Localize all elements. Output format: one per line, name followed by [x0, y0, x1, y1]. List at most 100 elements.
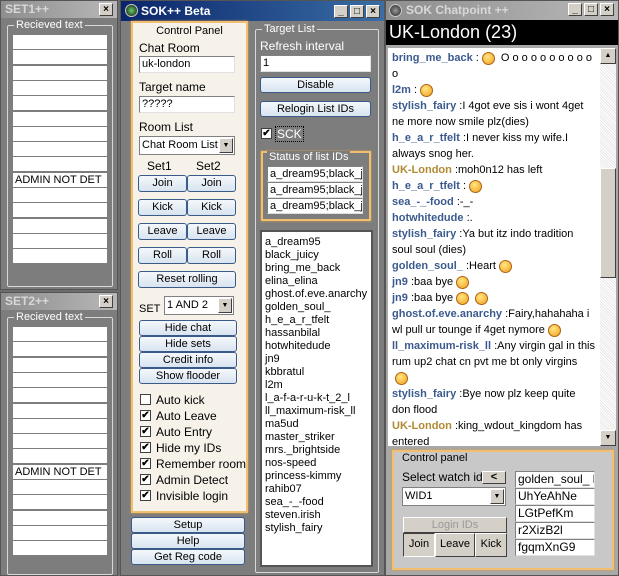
user-list-item[interactable]: ma5ud: [265, 418, 368, 431]
chat-username[interactable]: hotwhitedude: [392, 212, 464, 224]
set1-roll-button[interactable]: Roll: [138, 247, 187, 264]
minimize-button[interactable]: _: [334, 5, 348, 18]
user-list-item[interactable]: l2m: [265, 379, 368, 392]
chat-username[interactable]: stylish_fairy: [392, 228, 456, 240]
set1-leave-button[interactable]: Leave: [138, 223, 187, 240]
option-checkbox[interactable]: ✔: [140, 442, 151, 453]
close-button[interactable]: ×: [366, 5, 380, 18]
set2-leave-button[interactable]: Leave: [187, 223, 236, 240]
room-list-select[interactable]: Chat Room List ▼: [139, 136, 235, 155]
chevron-down-icon[interactable]: ▼: [218, 298, 232, 313]
user-list-item[interactable]: h_e_a_r_tfelt: [265, 314, 368, 327]
kick-button[interactable]: Kick: [475, 533, 507, 557]
leave-button[interactable]: Leave: [435, 533, 475, 557]
user-list-item[interactable]: l_a-f-a-r-u-k-t_2_l: [265, 392, 368, 405]
watch-id-field[interactable]: golden_soul_ h: [515, 471, 595, 488]
chat-username[interactable]: UK-London: [392, 420, 452, 432]
target-user-list[interactable]: a_dream95 black_juicy bring_me_back elina_e…: [260, 230, 373, 567]
help-button[interactable]: Help: [131, 533, 245, 549]
status-field[interactable]: a_dream95;black_j: [267, 166, 363, 182]
refresh-interval-input[interactable]: 1: [260, 55, 371, 72]
user-list-item[interactable]: elina_elina: [265, 275, 368, 288]
chat-username[interactable]: l2m: [392, 84, 411, 96]
target-name-input[interactable]: ?????: [139, 96, 235, 113]
sck-checkbox[interactable]: ✔: [261, 128, 272, 139]
watch-id-select[interactable]: WID1 ▼: [402, 487, 506, 506]
user-list-item[interactable]: kbbratul: [265, 366, 368, 379]
user-list-item[interactable]: ll_maximum-risk_ll: [265, 405, 368, 418]
chat-username[interactable]: stylish_fairy: [392, 388, 456, 400]
user-list-item[interactable]: mrs._brightside: [265, 444, 368, 457]
minimize-button[interactable]: _: [568, 3, 582, 16]
chat-scrollbar[interactable]: ▲ ▼: [600, 48, 616, 446]
chevron-down-icon[interactable]: ▼: [490, 489, 504, 504]
user-list-item[interactable]: ghost.of.eve.anarchy: [265, 288, 368, 301]
option-checkbox[interactable]: [140, 394, 151, 405]
reset-rolling-button[interactable]: Reset rolling: [138, 271, 236, 288]
chevron-down-icon[interactable]: ▼: [219, 138, 233, 153]
user-list-item[interactable]: a_dream95: [265, 236, 368, 249]
close-button[interactable]: ×: [600, 3, 614, 16]
set2-join-button[interactable]: Join: [187, 175, 236, 192]
scroll-thumb[interactable]: [600, 168, 616, 278]
chat-username[interactable]: sea_-_-food: [392, 196, 454, 208]
credit-info-button[interactable]: Credit info: [139, 352, 237, 368]
status-field[interactable]: a_dream95;black_j: [267, 182, 363, 198]
user-list-item[interactable]: bring_me_back: [265, 262, 368, 275]
set1-close-button[interactable]: ×: [99, 3, 113, 16]
chat-username[interactable]: UK-London: [392, 164, 452, 176]
setup-button[interactable]: Setup: [131, 517, 245, 533]
set2-kick-button[interactable]: Kick: [187, 199, 236, 216]
user-list-item[interactable]: steven.irish: [265, 509, 368, 522]
user-list-item[interactable]: golden_soul_: [265, 301, 368, 314]
option-checkbox[interactable]: ✔: [140, 474, 151, 485]
user-list-item[interactable]: princess-kimmy: [265, 470, 368, 483]
show-flooder-button[interactable]: Show flooder: [139, 368, 237, 384]
option-checkbox[interactable]: ✔: [140, 490, 151, 501]
set1-join-button[interactable]: Join: [138, 175, 187, 192]
status-field[interactable]: a_dream95;black_j: [267, 198, 363, 214]
set2-roll-button[interactable]: Roll: [187, 247, 236, 264]
hide-sets-button[interactable]: Hide sets: [139, 336, 237, 352]
option-checkbox[interactable]: ✔: [140, 458, 151, 469]
hide-chat-button[interactable]: Hide chat: [139, 320, 237, 336]
user-list-item[interactable]: jn9: [265, 353, 368, 366]
chat-username[interactable]: h_e_a_r_tfelt: [392, 132, 460, 144]
option-checkbox[interactable]: ✔: [140, 426, 151, 437]
option-checkbox[interactable]: ✔: [140, 410, 151, 421]
scroll-up-button[interactable]: ▲: [600, 48, 616, 64]
user-list-item[interactable]: rahib07: [265, 483, 368, 496]
set2-close-button[interactable]: ×: [99, 295, 113, 308]
disable-button[interactable]: Disable: [260, 77, 371, 93]
chat-username[interactable]: h_e_a_r_tfelt: [392, 180, 460, 192]
chat-room-input[interactable]: uk-london: [139, 56, 235, 73]
watch-id-field[interactable]: UhYeAhNe: [515, 488, 595, 505]
login-ids-button[interactable]: Login IDs: [403, 517, 507, 533]
chat-username[interactable]: golden_soul_: [392, 260, 463, 272]
user-list-item[interactable]: stylish_fairy: [265, 522, 368, 535]
user-list-item[interactable]: sea_-_-food: [265, 496, 368, 509]
watch-id-field[interactable]: r2XizB2l: [515, 522, 595, 539]
watch-id-field[interactable]: LGtPefKm: [515, 505, 595, 522]
chat-username[interactable]: ll_maximum-risk_ll: [392, 340, 491, 352]
maximize-button[interactable]: □: [584, 3, 598, 16]
chat-username[interactable]: jn9: [392, 276, 408, 288]
get-reg-code-button[interactable]: Get Reg code: [131, 549, 245, 565]
user-list-item[interactable]: black_juicy: [265, 249, 368, 262]
scroll-down-button[interactable]: ▼: [600, 430, 616, 446]
chat-username[interactable]: ghost.of.eve.anarchy: [392, 308, 502, 320]
user-list-item[interactable]: hassanbilal: [265, 327, 368, 340]
maximize-button[interactable]: □: [350, 5, 364, 18]
chat-username[interactable]: jn9: [392, 292, 408, 304]
back-button[interactable]: <: [482, 471, 506, 484]
watch-id-field[interactable]: fgqmXnG9: [515, 539, 595, 556]
chat-username[interactable]: stylish_fairy: [392, 100, 456, 112]
user-list-item[interactable]: master_striker: [265, 431, 368, 444]
chat-username[interactable]: bring_me_back: [392, 52, 473, 64]
set1-kick-button[interactable]: Kick: [138, 199, 187, 216]
user-list-item[interactable]: hotwhitedude: [265, 340, 368, 353]
join-button[interactable]: Join: [403, 533, 435, 557]
relogin-list-ids-button[interactable]: Relogin List IDs: [260, 101, 371, 117]
set-select[interactable]: 1 AND 2 ▼: [164, 296, 234, 315]
user-list-item[interactable]: nos-speed: [265, 457, 368, 470]
